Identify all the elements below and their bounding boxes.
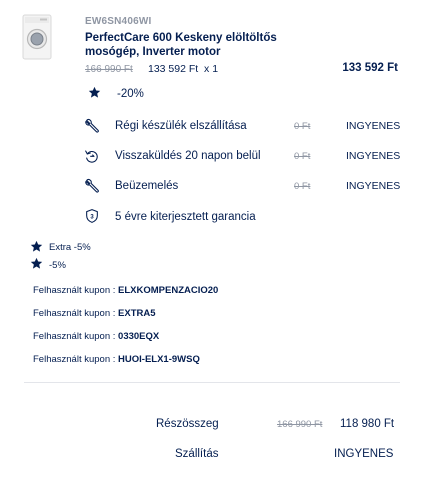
service-value-return: INGYENES [346,150,401,162]
product-sku: EW6SN406WI [85,16,152,27]
return-arrow-icon [84,148,100,164]
shipping-value: INGYENES [334,448,394,460]
product-old-price: 166 990 Ft [85,64,133,75]
coupon-prefix: Felhasznált kupon : [33,285,116,296]
service-value-installation: INGYENES [346,180,401,192]
coupon-line: Felhasznált kupon : EXTRA5 [33,308,156,319]
coupon-line: Felhasznált kupon : HUOI-ELX1-9WSQ [33,354,200,365]
product-unit-price: 133 592 Ft [148,63,199,75]
svg-text:3: 3 [90,214,94,220]
coupon-code: ELXKOMPENZACIO20 [118,285,219,296]
service-label-warranty: 5 évre kiterjesztett garancia [115,211,256,223]
product-unit-price-line: 133 592 Ft x 1 [148,63,218,75]
coupon-prefix: Felhasznált kupon : [33,354,116,365]
divider [24,382,400,383]
service-old-price-removal: 0 Ft [294,121,311,132]
service-label-return: Visszaküldés 20 napon belül [115,150,261,162]
coupon-line: Felhasznált kupon : 0330EQX [33,331,159,342]
coupon-code: EXTRA5 [118,308,156,319]
shield-3-icon: 3 [84,208,100,224]
product-total: 133 592 Ft [342,62,398,74]
coupon-prefix: Felhasznált kupon : [33,308,116,319]
star-icon [88,86,101,99]
product-quantity: x 1 [204,63,219,75]
service-old-price-return: 0 Ft [294,151,311,162]
product-title[interactable]: PerfectCare 600 Keskeny elöltöltős mosóg… [85,31,315,59]
subtotal-old-price: 166 990 Ft [277,419,323,430]
wrench-icon [84,118,100,134]
star-icon [30,257,43,270]
promo-label-extra: Extra -5% [49,242,91,253]
coupon-prefix: Felhasznált kupon : [33,331,116,342]
star-icon [30,240,43,253]
coupon-line: Felhasznált kupon : ELXKOMPENZACIO20 [33,285,218,296]
subtotal-label: Részösszeg [156,418,219,430]
service-old-price-installation: 0 Ft [294,181,311,192]
subtotal-value: 118 980 Ft [340,418,395,430]
promo-label-5: -5% [49,260,66,271]
service-value-removal: INGYENES [346,120,401,132]
coupon-code: HUOI-ELX1-9WSQ [118,354,200,365]
wrench-icon [84,178,100,194]
service-label-removal: Régi készülék elszállítása [115,120,247,132]
coupon-code: 0330EQX [118,331,160,342]
discount-label: -20% [117,88,144,100]
shipping-label: Szállítás [175,448,219,460]
service-label-installation: Beüzemelés [115,180,179,192]
product-image[interactable] [22,14,52,60]
